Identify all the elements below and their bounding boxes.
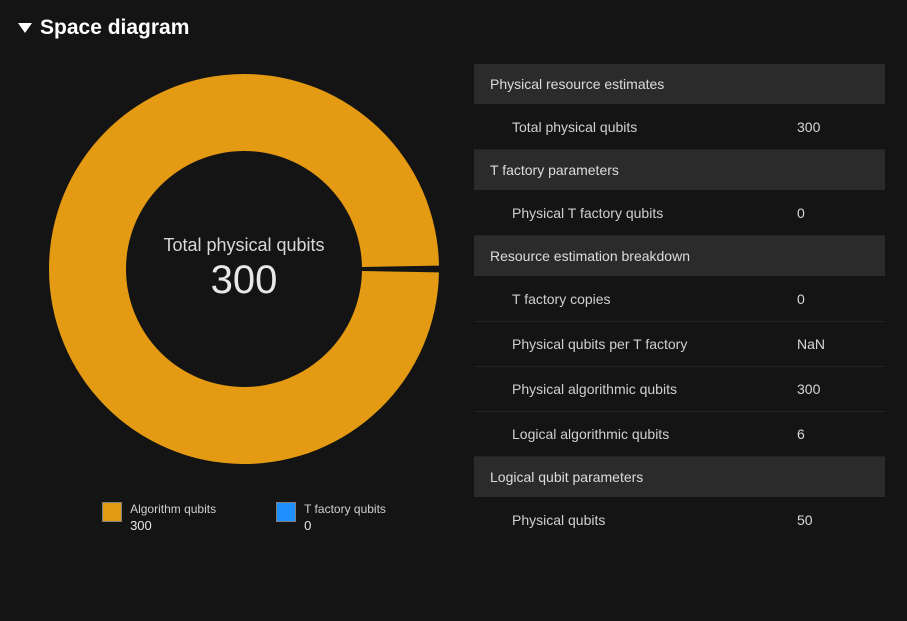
section-title: Space diagram	[40, 16, 189, 40]
table-panel: Physical resource estimatesTotal physica…	[474, 50, 893, 542]
caret-down-icon	[18, 23, 32, 33]
table-section-header[interactable]: Logical qubit parameters	[474, 457, 885, 498]
table-row: T factory copies0	[474, 277, 885, 322]
donut-chart: Total physical qubits 300	[39, 64, 449, 474]
legend-swatch	[102, 502, 122, 522]
table-row-value: 300	[797, 119, 869, 135]
table-row-label: Physical T factory qubits	[512, 205, 797, 221]
table-row: Physical qubits per T factoryNaN	[474, 322, 885, 367]
table-row-label: Physical qubits per T factory	[512, 336, 797, 352]
section-header[interactable]: Space diagram	[0, 0, 907, 50]
legend-label: Algorithm qubits	[130, 502, 216, 518]
table-row-label: Physical qubits	[512, 512, 797, 528]
legend-item: T factory qubits0	[276, 502, 386, 534]
legend-swatch	[276, 502, 296, 522]
table-row: Physical T factory qubits0	[474, 191, 885, 236]
donut-center-label: Total physical qubits	[163, 235, 324, 256]
table-row-label: Total physical qubits	[512, 119, 797, 135]
legend-label: T factory qubits	[304, 502, 386, 518]
table-row: Physical algorithmic qubits300	[474, 367, 885, 412]
chart-legend: Algorithm qubits300 T factory qubits0	[102, 502, 386, 534]
donut-center: Total physical qubits 300	[163, 235, 324, 303]
table-row-label: Physical algorithmic qubits	[512, 381, 797, 397]
table-section-header[interactable]: Resource estimation breakdown	[474, 236, 885, 277]
table-row: Physical qubits50	[474, 498, 885, 542]
table-row-label: Logical algorithmic qubits	[512, 426, 797, 442]
table-row-value: 50	[797, 512, 869, 528]
table-row-value: 6	[797, 426, 869, 442]
content: Total physical qubits 300 Algorithm qubi…	[0, 50, 907, 542]
legend-value: 300	[130, 518, 216, 535]
donut-center-value: 300	[163, 258, 324, 303]
table-section-header[interactable]: Physical resource estimates	[474, 64, 885, 105]
legend-item: Algorithm qubits300	[102, 502, 216, 534]
table-row-label: T factory copies	[512, 291, 797, 307]
table-section-header[interactable]: T factory parameters	[474, 150, 885, 191]
legend-text: T factory qubits0	[304, 502, 386, 534]
table-row-value: 0	[797, 205, 869, 221]
table-row: Logical algorithmic qubits6	[474, 412, 885, 457]
legend-value: 0	[304, 518, 386, 535]
chart-panel: Total physical qubits 300 Algorithm qubi…	[14, 50, 474, 542]
table-row-value: 0	[797, 291, 869, 307]
table-row: Total physical qubits300	[474, 105, 885, 150]
table-row-value: 300	[797, 381, 869, 397]
legend-text: Algorithm qubits300	[130, 502, 216, 534]
table-row-value: NaN	[797, 336, 869, 352]
